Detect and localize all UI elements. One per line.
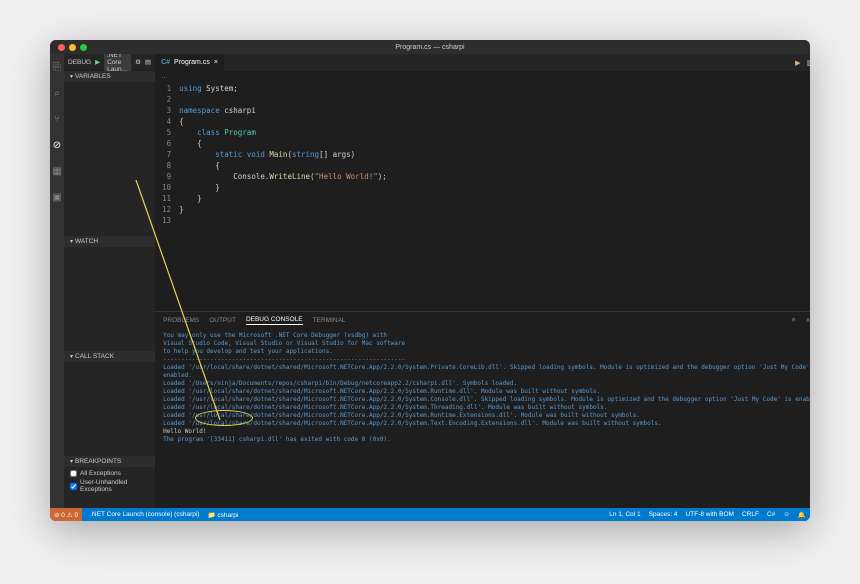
variables-header[interactable]: ▾VARIABLES: [64, 71, 155, 82]
activity-bar: ⎘ ⌕ ⑂ ⊘ ▦ ▣: [50, 54, 64, 508]
callstack-body: [64, 362, 155, 456]
bottom-panel: PROBLEMS OUTPUT DEBUG CONSOLE TERMINAL ≡…: [155, 311, 810, 508]
explorer-icon[interactable]: ⎘: [50, 60, 64, 74]
breakpoint-item[interactable]: All Exceptions: [70, 469, 149, 478]
status-cursor-pos[interactable]: Ln 1, Col 1: [609, 511, 640, 519]
debug-start-button[interactable]: ▶: [95, 58, 100, 66]
debug-sidebar: DEBUG ▶ .NET Core Laun… ⚙ ▤ ▾VARIABLES ▾…: [64, 54, 155, 508]
scm-icon[interactable]: ⑂: [50, 112, 64, 126]
line-gutter: 12345678910111213: [155, 81, 175, 311]
extensions-icon[interactable]: ▦: [50, 164, 64, 178]
titlebar: Program.cs — csharpi: [50, 40, 810, 54]
editor-tab[interactable]: C# Program.cs ×: [155, 54, 224, 71]
callstack-header[interactable]: ▾CALL STACK: [64, 351, 155, 362]
debug-toolbar: DEBUG ▶ .NET Core Laun… ⚙ ▤: [64, 54, 155, 71]
window-controls: [58, 44, 87, 51]
variables-body: [64, 82, 155, 236]
debug-icon[interactable]: ⊘: [50, 138, 64, 152]
terminal-icon[interactable]: ▣: [50, 190, 64, 204]
debug-console-body[interactable]: You may only use the Microsoft .NET Core…: [155, 328, 810, 508]
tab-close-icon[interactable]: ×: [214, 59, 218, 66]
run-code-icon[interactable]: ▶: [795, 59, 800, 67]
vscode-window: Program.cs — csharpi ⎘ ⌕ ⑂ ⊘ ▦ ▣ DEBUG ▶…: [50, 40, 810, 521]
breakpoint-checkbox[interactable]: [70, 483, 77, 490]
status-launch-config[interactable]: .NET Core Launch (console) (csharpi): [90, 511, 199, 518]
status-errors[interactable]: ⊘ 0 ⚠ 0: [50, 508, 82, 521]
status-language[interactable]: C#: [767, 511, 775, 519]
tab-label: Program.cs: [174, 59, 210, 66]
maximize-window-icon[interactable]: [80, 44, 87, 51]
breakpoint-item[interactable]: User-Unhandled Exceptions: [70, 478, 149, 494]
tab-debug-console[interactable]: DEBUG CONSOLE: [246, 316, 303, 325]
watch-header[interactable]: ▾WATCH: [64, 236, 155, 247]
search-icon[interactable]: ⌕: [50, 86, 64, 100]
status-indent[interactable]: Spaces: 4: [649, 511, 678, 519]
code-editor[interactable]: 12345678910111213 using System; namespac…: [155, 81, 810, 311]
tab-terminal[interactable]: TERMINAL: [313, 317, 346, 324]
breadcrumb[interactable]: …: [155, 71, 810, 81]
breakpoints-body: All Exceptions User-Unhandled Exceptions: [64, 467, 155, 508]
status-folder[interactable]: 📁 csharpi: [207, 511, 238, 519]
split-editor-icon[interactable]: ▥: [807, 59, 810, 67]
breakpoint-checkbox[interactable]: [70, 470, 77, 477]
panel-settings-icon[interactable]: ≡: [792, 317, 796, 324]
status-bell-icon[interactable]: 🔔: [798, 511, 806, 519]
minimize-window-icon[interactable]: [69, 44, 76, 51]
gear-icon[interactable]: ⚙: [135, 58, 141, 66]
debug-label: DEBUG: [68, 59, 91, 66]
editor-area: C# Program.cs × ▶ ▥ ⋯ … 1234567891011121…: [155, 54, 810, 508]
breakpoints-header[interactable]: ▾BREAKPOINTS: [64, 456, 155, 467]
watch-body: [64, 247, 155, 351]
tab-output[interactable]: OUTPUT: [209, 317, 236, 324]
status-feedback-icon[interactable]: ☺: [783, 511, 790, 519]
close-window-icon[interactable]: [58, 44, 65, 51]
csharp-file-icon: C#: [161, 59, 170, 66]
code-content[interactable]: using System; namespace csharpi{ class P…: [175, 81, 810, 311]
panel-maximize-icon[interactable]: ∧: [806, 316, 810, 324]
debug-console-toggle[interactable]: ▤: [145, 58, 151, 66]
status-encoding[interactable]: UTF-8 with BOM: [686, 511, 734, 519]
panel-tabs: PROBLEMS OUTPUT DEBUG CONSOLE TERMINAL ≡…: [155, 312, 810, 328]
tab-problems[interactable]: PROBLEMS: [163, 317, 199, 324]
tab-bar: C# Program.cs × ▶ ▥ ⋯: [155, 54, 810, 71]
window-title: Program.cs — csharpi: [395, 44, 464, 51]
status-eol[interactable]: CRLF: [742, 511, 759, 519]
status-bar: ⊘ 0 ⚠ 0 .NET Core Launch (console) (csha…: [50, 508, 810, 521]
